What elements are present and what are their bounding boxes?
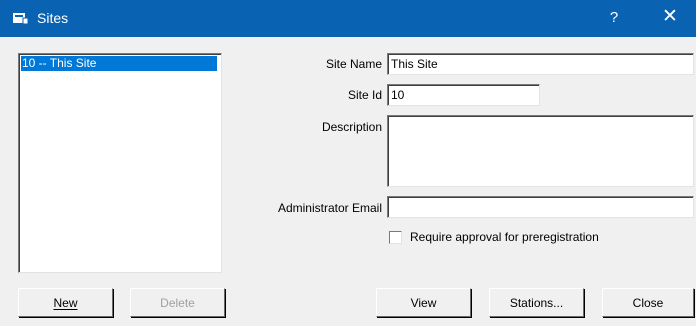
list-item[interactable]: 10 -- This Site: [21, 56, 217, 71]
require-approval-label[interactable]: Require approval for preregistration: [410, 230, 599, 244]
description-field[interactable]: [387, 115, 694, 187]
close-window-button[interactable]: ✕: [655, 5, 685, 28]
title-bar: Sites ? ✕: [0, 0, 696, 37]
app-icon: [13, 13, 29, 25]
site-id-field[interactable]: 10: [387, 84, 540, 106]
admin-email-field[interactable]: [387, 196, 694, 218]
delete-button[interactable]: Delete: [130, 288, 225, 317]
site-list[interactable]: 10 -- This Site: [18, 53, 222, 273]
help-button[interactable]: ?: [603, 9, 625, 26]
stations-button-label: Stations...: [509, 295, 564, 310]
delete-button-label: Delete: [160, 295, 195, 310]
site-id-label: Site Id: [347, 88, 382, 102]
admin-email-label: Administrator Email: [277, 201, 382, 215]
new-button-label: New: [53, 295, 78, 310]
site-name-label: Site Name: [325, 57, 382, 71]
view-button[interactable]: View: [376, 288, 471, 317]
new-button[interactable]: New: [18, 288, 113, 317]
view-button-label: View: [410, 295, 437, 310]
description-label: Description: [321, 120, 382, 134]
window-title: Sites: [37, 10, 69, 26]
close-button-label: Close: [632, 295, 664, 310]
close-button[interactable]: Close: [602, 288, 694, 317]
require-approval-checkbox[interactable]: [389, 231, 402, 244]
site-name-field[interactable]: This Site: [387, 53, 694, 75]
stations-button[interactable]: Stations...: [489, 288, 584, 317]
